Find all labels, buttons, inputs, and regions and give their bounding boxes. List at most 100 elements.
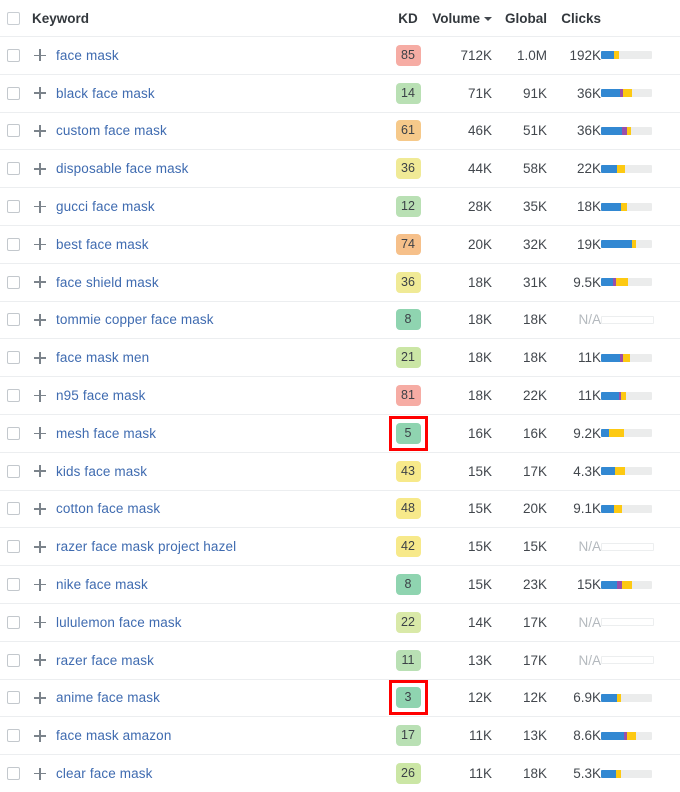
- keyword-link[interactable]: mesh face mask: [56, 426, 156, 441]
- plus-icon[interactable]: [30, 461, 50, 481]
- table-row[interactable]: custom face mask 61 46K 51K 36K: [0, 112, 680, 151]
- keyword-link[interactable]: gucci face mask: [56, 199, 155, 214]
- keyword-link[interactable]: face shield mask: [56, 275, 159, 290]
- bar-segment-blue: [601, 693, 617, 702]
- row-checkbox[interactable]: [6, 351, 20, 365]
- plus-icon[interactable]: [30, 159, 50, 179]
- kd-badge: 36: [395, 158, 421, 180]
- table-row[interactable]: gucci face mask 12 28K 35K 18K: [0, 187, 680, 226]
- traffic-bar-cell: [601, 376, 680, 415]
- keyword-link[interactable]: cotton face mask: [56, 501, 160, 516]
- keyword-link[interactable]: face mask men: [56, 350, 149, 365]
- row-checkbox[interactable]: [6, 653, 20, 667]
- keyword-link[interactable]: anime face mask: [56, 690, 160, 705]
- row-checkbox[interactable]: [6, 767, 20, 781]
- plus-icon[interactable]: [30, 650, 50, 670]
- row-checkbox[interactable]: [6, 200, 20, 214]
- row-checkbox[interactable]: [6, 48, 20, 62]
- table-row[interactable]: tommie copper face mask 8 18K 18K N/A: [0, 301, 680, 340]
- keyword-link[interactable]: tommie copper face mask: [56, 312, 214, 327]
- table-row[interactable]: clear face mask 26 11K 18K 5.3K: [0, 754, 680, 792]
- row-checkbox[interactable]: [6, 578, 20, 592]
- keyword-link[interactable]: lululemon face mask: [56, 615, 182, 630]
- plus-icon[interactable]: [30, 575, 50, 595]
- row-checkbox[interactable]: [6, 426, 20, 440]
- keyword-link[interactable]: razer face mask: [56, 653, 154, 668]
- column-header-keyword[interactable]: Keyword: [26, 0, 386, 37]
- row-checkbox[interactable]: [6, 691, 20, 705]
- row-checkbox[interactable]: [6, 502, 20, 516]
- row-checkbox[interactable]: [6, 124, 20, 138]
- plus-icon[interactable]: [30, 45, 50, 65]
- traffic-bar: [601, 391, 652, 400]
- traffic-bar-cell: [601, 301, 680, 340]
- row-checkbox[interactable]: [6, 86, 20, 100]
- column-header-clicks[interactable]: Clicks: [547, 0, 601, 37]
- plus-icon[interactable]: [30, 348, 50, 368]
- table-row[interactable]: kids face mask 43 15K 17K 4.3K: [0, 452, 680, 491]
- column-header-volume[interactable]: Volume: [430, 0, 492, 37]
- table-row[interactable]: face mask 85 712K 1.0M 192K: [0, 36, 680, 75]
- plus-icon[interactable]: [30, 272, 50, 292]
- table-row[interactable]: n95 face mask 81 18K 22K 11K: [0, 376, 680, 415]
- plus-icon[interactable]: [30, 499, 50, 519]
- global-volume-cell: 58K: [492, 149, 547, 189]
- plus-icon[interactable]: [30, 612, 50, 632]
- table-row[interactable]: razer face mask 11 13K 17K N/A: [0, 641, 680, 680]
- row-checkbox[interactable]: [6, 729, 20, 743]
- kd-badge: 42: [395, 536, 421, 558]
- row-checkbox[interactable]: [6, 162, 20, 176]
- kd-badge-wrap: 12: [395, 196, 421, 218]
- row-checkbox[interactable]: [6, 313, 20, 327]
- plus-icon[interactable]: [30, 726, 50, 746]
- caret-down-icon[interactable]: [484, 16, 492, 21]
- table-row[interactable]: face mask amazon 17 11K 13K 8.6K: [0, 716, 680, 756]
- table-row[interactable]: lululemon face mask 22 14K 17K N/A: [0, 603, 680, 642]
- row-checkbox[interactable]: [6, 615, 20, 629]
- kd-highlight-box: 3: [388, 680, 428, 716]
- global-volume-cell: 35K: [492, 187, 547, 226]
- plus-icon[interactable]: [30, 121, 50, 141]
- keyword-link[interactable]: face mask: [56, 48, 119, 63]
- plus-icon[interactable]: [30, 386, 50, 406]
- table-row[interactable]: disposable face mask 36 44K 58K 22K: [0, 149, 680, 189]
- table-row[interactable]: razer face mask project hazel 42 15K 15K N/A: [0, 527, 680, 567]
- keyword-link[interactable]: kids face mask: [56, 464, 147, 479]
- table-row[interactable]: best face mask 74 20K 32K 19K: [0, 225, 680, 264]
- keyword-link[interactable]: nike face mask: [56, 577, 148, 592]
- plus-icon[interactable]: [30, 197, 50, 217]
- table-row[interactable]: black face mask 14 71K 91K 36K: [0, 74, 680, 113]
- plus-icon[interactable]: [30, 234, 50, 254]
- plus-icon[interactable]: [30, 537, 50, 557]
- plus-icon[interactable]: [30, 688, 50, 708]
- row-checkbox[interactable]: [6, 237, 20, 251]
- row-checkbox[interactable]: [6, 275, 20, 289]
- keyword-link[interactable]: custom face mask: [56, 123, 167, 138]
- keyword-link[interactable]: best face mask: [56, 237, 149, 252]
- plus-icon[interactable]: [30, 764, 50, 784]
- plus-icon[interactable]: [30, 310, 50, 330]
- keyword-link[interactable]: face mask amazon: [56, 728, 171, 743]
- plus-icon[interactable]: [30, 83, 50, 103]
- keyword-link[interactable]: razer face mask project hazel: [56, 539, 236, 554]
- volume-cell: 18K: [430, 263, 492, 302]
- row-checkbox[interactable]: [6, 389, 20, 403]
- table-row[interactable]: nike face mask 8 15K 23K 15K: [0, 565, 680, 604]
- traffic-bar: [601, 504, 652, 513]
- table-row[interactable]: face shield mask 36 18K 31K 9.5K: [0, 263, 680, 302]
- bar-segment-yellow: [623, 89, 633, 98]
- table-row[interactable]: cotton face mask 48 15K 20K 9.1K: [0, 490, 680, 529]
- keyword-link[interactable]: clear face mask: [56, 766, 153, 781]
- keyword-link[interactable]: n95 face mask: [56, 388, 146, 403]
- table-row[interactable]: mesh face mask 5 16K 16K 9.2K: [0, 414, 680, 453]
- table-row[interactable]: anime face mask 3 12K 12K 6.9K: [0, 679, 680, 718]
- table-row[interactable]: face mask men 21 18K 18K 11K: [0, 338, 680, 378]
- row-checkbox[interactable]: [6, 464, 20, 478]
- column-header-global[interactable]: Global: [492, 0, 547, 37]
- column-header-kd[interactable]: KD: [386, 0, 430, 37]
- keyword-link[interactable]: black face mask: [56, 86, 155, 101]
- keyword-link[interactable]: disposable face mask: [56, 161, 189, 176]
- plus-icon[interactable]: [30, 423, 50, 443]
- row-checkbox[interactable]: [6, 540, 20, 554]
- select-all-checkbox[interactable]: [6, 11, 20, 25]
